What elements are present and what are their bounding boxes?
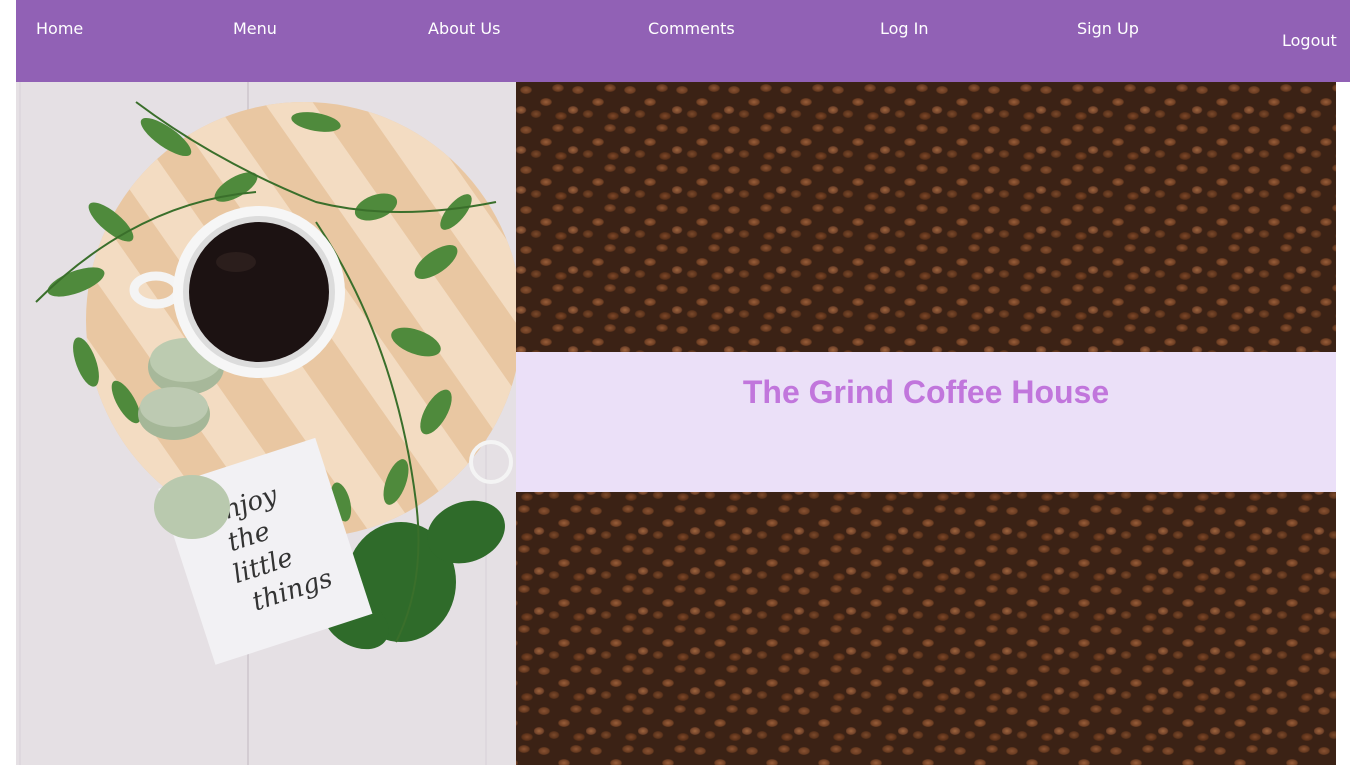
- right-margin: [1336, 82, 1350, 765]
- coffee-cup-illustration: enjoy the little things: [16, 82, 516, 765]
- nav-about-link[interactable]: About Us: [428, 19, 500, 39]
- coffee-beans-banner-bottom: [516, 492, 1336, 765]
- page: Home Menu About Us Comments Log In Sign …: [0, 0, 1366, 765]
- nav-login-link[interactable]: Log In: [880, 19, 929, 39]
- coffee-beans-banner-top: [516, 82, 1336, 352]
- page-title: The Grind Coffee House: [742, 374, 1110, 410]
- top-navbar: Home Menu About Us Comments Log In Sign …: [16, 0, 1350, 82]
- nav-logout-link[interactable]: Logout: [1282, 31, 1337, 51]
- nav-home-link[interactable]: Home: [36, 19, 83, 39]
- coffee-cup-photo: enjoy the little things: [16, 82, 516, 765]
- title-band: The Grind Coffee House: [516, 352, 1336, 492]
- nav-menu-link[interactable]: Menu: [233, 19, 277, 39]
- nav-signup-link[interactable]: Sign Up: [1077, 19, 1139, 39]
- nav-comments-link[interactable]: Comments: [648, 19, 735, 39]
